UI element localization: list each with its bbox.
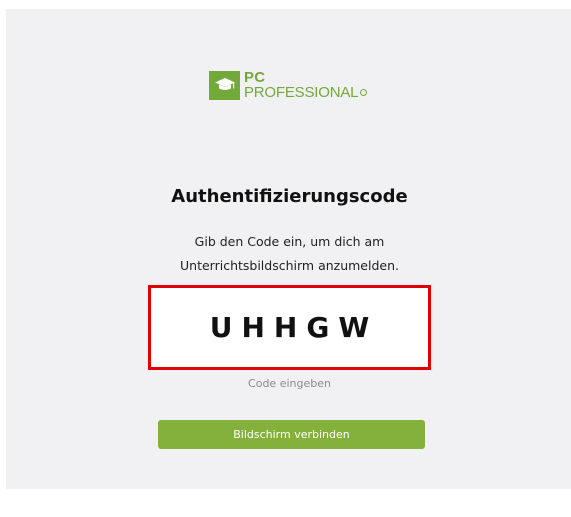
instructions-line-1: Gib den Code ein, um dich am [194, 234, 385, 249]
code-value: UHHGW [209, 311, 379, 344]
page-title: Authentifizierungscode [171, 186, 408, 207]
logo-line-professional: PROFESSIONAL [244, 84, 368, 101]
logo-dot-icon [360, 89, 368, 96]
code-input-label: Code eingeben [248, 377, 331, 390]
logo-line-professional-text: PROFESSIONAL [244, 84, 359, 101]
instructions-line-2: Unterrichtsbildschirm anzumelden. [180, 258, 399, 273]
connect-screen-button[interactable]: Bildschirm verbinden [158, 420, 425, 449]
auth-card: PC PROFESSIONAL Authentifizierungscode G… [6, 9, 571, 489]
pc-professional-logo: PC PROFESSIONAL [209, 69, 368, 101]
page: PC PROFESSIONAL Authentifizierungscode G… [0, 0, 571, 517]
graduation-cap-icon [209, 70, 240, 100]
logo-wordmark: PC PROFESSIONAL [244, 69, 368, 101]
instructions-text: Gib den Code ein, um dich am Unterrichts… [6, 230, 571, 278]
logo-line-pc: PC [244, 69, 266, 86]
code-input[interactable]: UHHGW [148, 285, 431, 370]
